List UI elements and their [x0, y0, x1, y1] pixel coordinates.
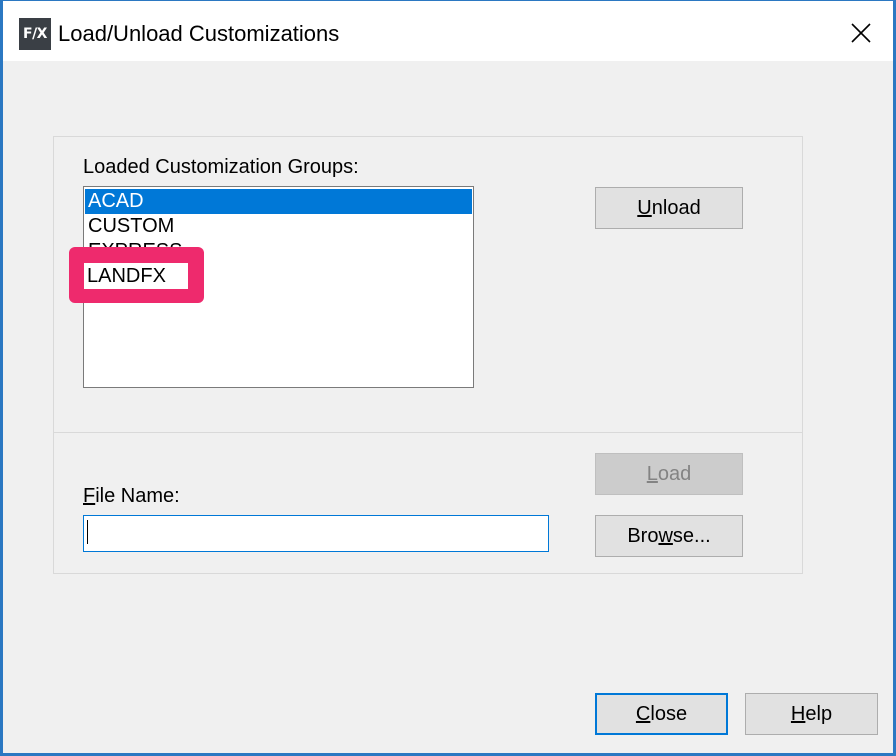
- file-name-input[interactable]: [83, 515, 549, 552]
- file-name-label: File Name:: [83, 485, 180, 507]
- file-name-mnemonic: F: [83, 485, 96, 507]
- unload-button-label: Unload: [637, 197, 701, 219]
- window-title: Load/Unload Customizations: [58, 21, 340, 46]
- list-item-custom[interactable]: CUSTOM: [85, 214, 472, 239]
- help-mnemonic: H: [790, 703, 806, 725]
- unload-mnemonic: U: [637, 197, 652, 219]
- load-button[interactable]: Load: [595, 453, 743, 495]
- browse-mnemonic: w: [658, 525, 673, 547]
- load-button-label: Load: [646, 463, 692, 485]
- close-window-button[interactable]: [841, 13, 881, 53]
- browse-button-label: Browse...: [627, 525, 711, 547]
- help-button-label: Help: [790, 703, 833, 725]
- loaded-groups-label: Loaded Customization Groups:: [83, 156, 359, 178]
- browse-button[interactable]: Browse...: [595, 515, 743, 557]
- list-item-acad[interactable]: ACAD: [85, 189, 472, 214]
- title-bar: F/X Load/Unload Customizations: [3, 1, 893, 61]
- close-button[interactable]: Close: [595, 693, 728, 735]
- landfx-logo-icon: F/X: [19, 18, 51, 50]
- close-button-label: Close: [635, 703, 688, 725]
- unload-button[interactable]: Unload: [595, 187, 743, 229]
- list-item-landfx[interactable]: LANDFX: [84, 263, 188, 289]
- help-button[interactable]: Help: [745, 693, 878, 735]
- load-mnemonic: L: [646, 463, 658, 485]
- close-mnemonic: C: [635, 703, 651, 725]
- dialog-window: F/X Load/Unload Customizations Loaded Cu…: [0, 0, 896, 756]
- close-icon: [851, 23, 871, 43]
- text-caret: [87, 520, 88, 544]
- group-divider: [53, 432, 803, 433]
